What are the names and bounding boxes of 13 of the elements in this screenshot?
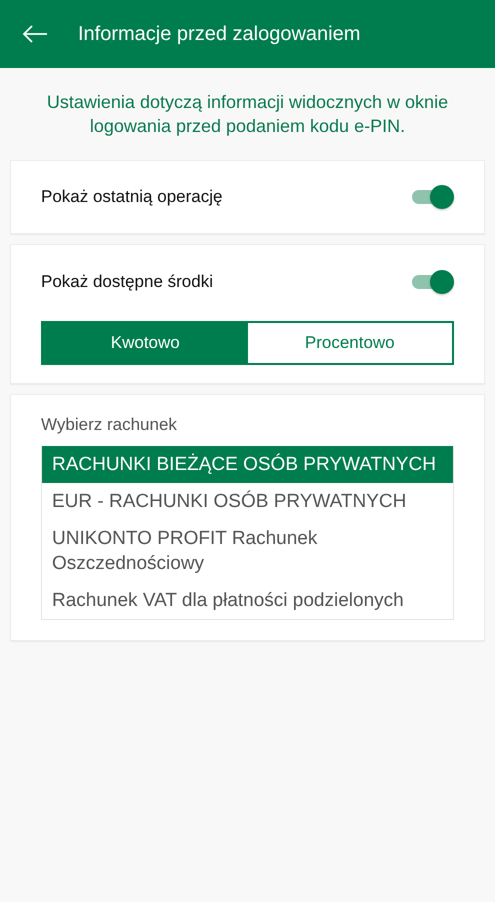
toggle-switch[interactable] — [410, 269, 454, 295]
setting-label: Pokaż ostatnią operację — [41, 187, 222, 207]
back-arrow-icon — [22, 25, 48, 43]
account-option[interactable]: EUR - RACHUNKI OSÓB PRYWATNYCH — [42, 483, 453, 520]
screen-title: Informacje przed zalogowaniem — [78, 22, 360, 46]
segment-tab[interactable]: Kwotowo — [43, 323, 248, 363]
info-text: Ustawienia dotyczą informacji widocznych w oknie logowania przed podaniem kodu e-PIN. — [46, 91, 450, 138]
account-option[interactable]: RACHUNKI BIEŻĄCE OSÓB PRYWATNYCH — [42, 446, 453, 483]
setting-label: Pokaż dostępne środki — [41, 272, 213, 292]
account-option[interactable]: UNIKONTO PROFIT Rachunek Oszczednościowy — [42, 520, 453, 582]
toggle-switch[interactable] — [410, 184, 454, 210]
account-option[interactable]: Rachunek VAT dla płatności podzielonych — [42, 582, 453, 619]
picker-label: Wybierz rachunek — [41, 415, 178, 435]
